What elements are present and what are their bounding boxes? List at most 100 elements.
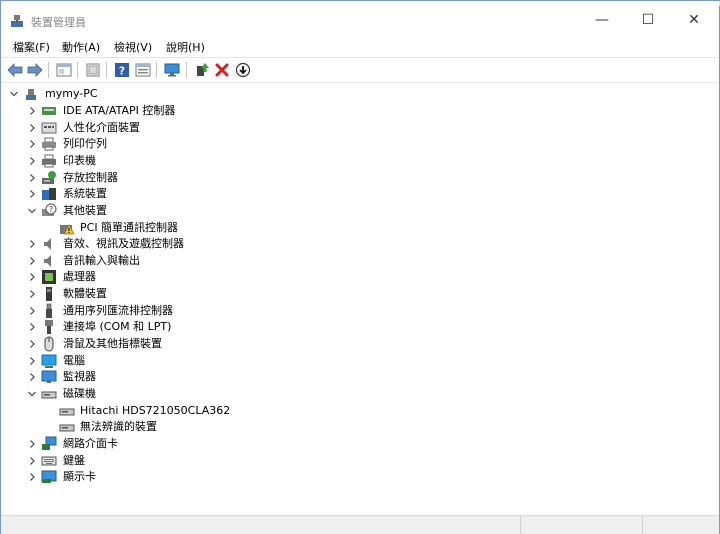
tree-subitem-pci-controller[interactable]: PCI 簡單通訊控制器 <box>1 220 401 236</box>
chevron-right-icon[interactable] <box>27 186 37 202</box>
tree-item-keyboards[interactable]: 鍵盤 <box>1 453 401 469</box>
tree-item-ide-controllers[interactable]: IDE ATA/ATAPI 控制器 <box>1 103 401 119</box>
chevron-right-icon[interactable] <box>27 336 37 352</box>
chevron-right-icon[interactable] <box>27 319 37 335</box>
keyboard-icon <box>41 456 57 466</box>
chevron-right-icon[interactable] <box>27 269 37 285</box>
tree-item-system-devices[interactable]: 系統裝置 <box>1 186 401 202</box>
toolbar: ? <box>1 57 719 83</box>
tree-item-print-queues[interactable]: 列印佇列 <box>1 136 401 152</box>
chevron-right-icon[interactable] <box>27 436 37 452</box>
tree-item-other-devices[interactable]: ? 其他裝置 <box>1 203 401 219</box>
tree-item-disk-drives[interactable]: 磁碟機 <box>1 386 401 402</box>
tree-item-label: 顯示卡 <box>63 470 96 483</box>
processor-icon <box>42 270 56 284</box>
tree-item-label: 網路介面卡 <box>63 437 118 450</box>
usb-icon <box>46 303 52 318</box>
monitor-icon <box>41 370 57 383</box>
tree-item-label: 列印佇列 <box>63 137 107 150</box>
other-devices-icon: ? <box>42 203 57 216</box>
tree-item-label: 存放控制器 <box>63 171 118 184</box>
storage-controller-icon <box>42 171 56 184</box>
menu-action[interactable]: 動作(A) <box>62 39 100 55</box>
chevron-down-icon[interactable] <box>27 386 37 402</box>
port-icon <box>45 320 53 334</box>
chevron-right-icon[interactable] <box>27 103 37 119</box>
tree-item-label: 無法辨識的裝置 <box>80 420 157 433</box>
tree-item-label: 連接埠 (COM 和 LPT) <box>63 320 172 333</box>
audio-io-icon <box>44 255 51 267</box>
tree-item-label: 鍵盤 <box>63 454 85 467</box>
chevron-right-icon[interactable] <box>27 469 37 485</box>
tree-item-display-adapters[interactable]: 顯示卡 <box>1 469 401 485</box>
disk-drive-icon <box>41 391 57 399</box>
network-adapter-icon <box>42 436 57 450</box>
back-icon[interactable] <box>7 62 23 78</box>
tree-item-usb-controllers[interactable]: 通用序列匯流排控制器 <box>1 303 401 319</box>
tree-item-label: 軟體裝置 <box>63 287 107 300</box>
details-icon[interactable] <box>135 62 151 78</box>
update-driver-icon[interactable] <box>194 62 210 78</box>
tree-item-hid[interactable]: 人性化介面裝置 <box>1 120 401 136</box>
forward-icon[interactable] <box>27 62 43 78</box>
chevron-right-icon[interactable] <box>27 170 37 186</box>
display-adapter-icon <box>41 470 57 483</box>
device-manager-app-icon <box>11 15 23 27</box>
computer-view-icon[interactable] <box>85 62 101 78</box>
maximize-button[interactable]: ☐ <box>625 7 671 35</box>
tree-item-label: 音效、視訊及遊戲控制器 <box>63 237 184 250</box>
chevron-right-icon[interactable] <box>27 136 37 152</box>
toolbar-separator <box>48 62 49 78</box>
tree-item-software-devices[interactable]: 軟體裝置 <box>1 286 401 302</box>
tree-root[interactable]: mymy-PC <box>1 86 301 102</box>
menu-view[interactable]: 檢視(V) <box>114 39 152 55</box>
device-manager-window: 裝置管理員 — ☐ ✕ 檔案(F) 動作(A) 檢視(V) 說明(H) ? my… <box>0 0 720 534</box>
monitor-icon[interactable] <box>164 62 180 78</box>
help-icon[interactable]: ? <box>114 62 130 78</box>
menu-file[interactable]: 檔案(F) <box>13 39 50 55</box>
disable-icon[interactable] <box>235 62 251 78</box>
tree-item-audio-io[interactable]: 音訊輸入與輸出 <box>1 253 401 269</box>
properties-pane-icon[interactable] <box>56 62 72 78</box>
uninstall-icon[interactable] <box>214 62 230 78</box>
chevron-right-icon[interactable] <box>27 253 37 269</box>
menu-help[interactable]: 說明(H) <box>166 39 205 55</box>
chevron-right-icon[interactable] <box>27 353 37 369</box>
minimize-button[interactable]: — <box>579 7 625 35</box>
title-bar[interactable]: 裝置管理員 — ☐ ✕ <box>1 1 719 35</box>
tree-item-mice[interactable]: 滑鼠及其他指標裝置 <box>1 336 401 352</box>
svg-text:?: ? <box>119 65 125 78</box>
tree-item-computer[interactable]: 電腦 <box>1 353 401 369</box>
tree-item-label: Hitachi HDS721050CLA362 <box>80 404 231 417</box>
chevron-right-icon[interactable] <box>27 453 37 469</box>
tree-item-label: 通用序列匯流排控制器 <box>63 304 173 317</box>
chevron-right-icon[interactable] <box>27 153 37 169</box>
system-devices-icon <box>42 188 56 200</box>
window-title: 裝置管理員 <box>31 16 86 29</box>
close-button[interactable]: ✕ <box>671 7 717 35</box>
tree-item-monitors[interactable]: 監視器 <box>1 369 401 385</box>
chevron-down-icon[interactable] <box>9 86 19 102</box>
toolbar-separator <box>77 62 78 78</box>
software-device-icon <box>46 287 52 301</box>
tree-item-network-adapters[interactable]: 網路介面卡 <box>1 436 401 452</box>
tree-item-ports[interactable]: 連接埠 (COM 和 LPT) <box>1 319 401 335</box>
tree-item-label: 監視器 <box>63 370 96 383</box>
chevron-down-icon[interactable] <box>27 203 37 219</box>
tree-item-printers[interactable]: 印表機 <box>1 153 401 169</box>
tree-item-sound-video-game[interactable]: 音效、視訊及遊戲控制器 <box>1 236 401 252</box>
tree-item-label: 滑鼠及其他指標裝置 <box>63 337 162 350</box>
tree-item-processors[interactable]: 處理器 <box>1 269 401 285</box>
tree-subitem-unknown-disk[interactable]: 無法辨識的裝置 <box>1 419 401 435</box>
chevron-right-icon[interactable] <box>27 236 37 252</box>
menu-bar: 檔案(F) 動作(A) 檢視(V) 說明(H) <box>1 35 719 57</box>
chevron-right-icon[interactable] <box>27 286 37 302</box>
tree-subitem-hitachi-disk[interactable]: Hitachi HDS721050CLA362 <box>1 403 401 419</box>
printer-icon <box>42 154 56 168</box>
toolbar-separator <box>106 62 107 78</box>
chevron-right-icon[interactable] <box>27 120 37 136</box>
chevron-right-icon[interactable] <box>27 303 37 319</box>
chevron-right-icon[interactable] <box>27 369 37 385</box>
tree-item-storage-controllers[interactable]: 存放控制器 <box>1 170 401 186</box>
status-bar <box>1 515 719 534</box>
